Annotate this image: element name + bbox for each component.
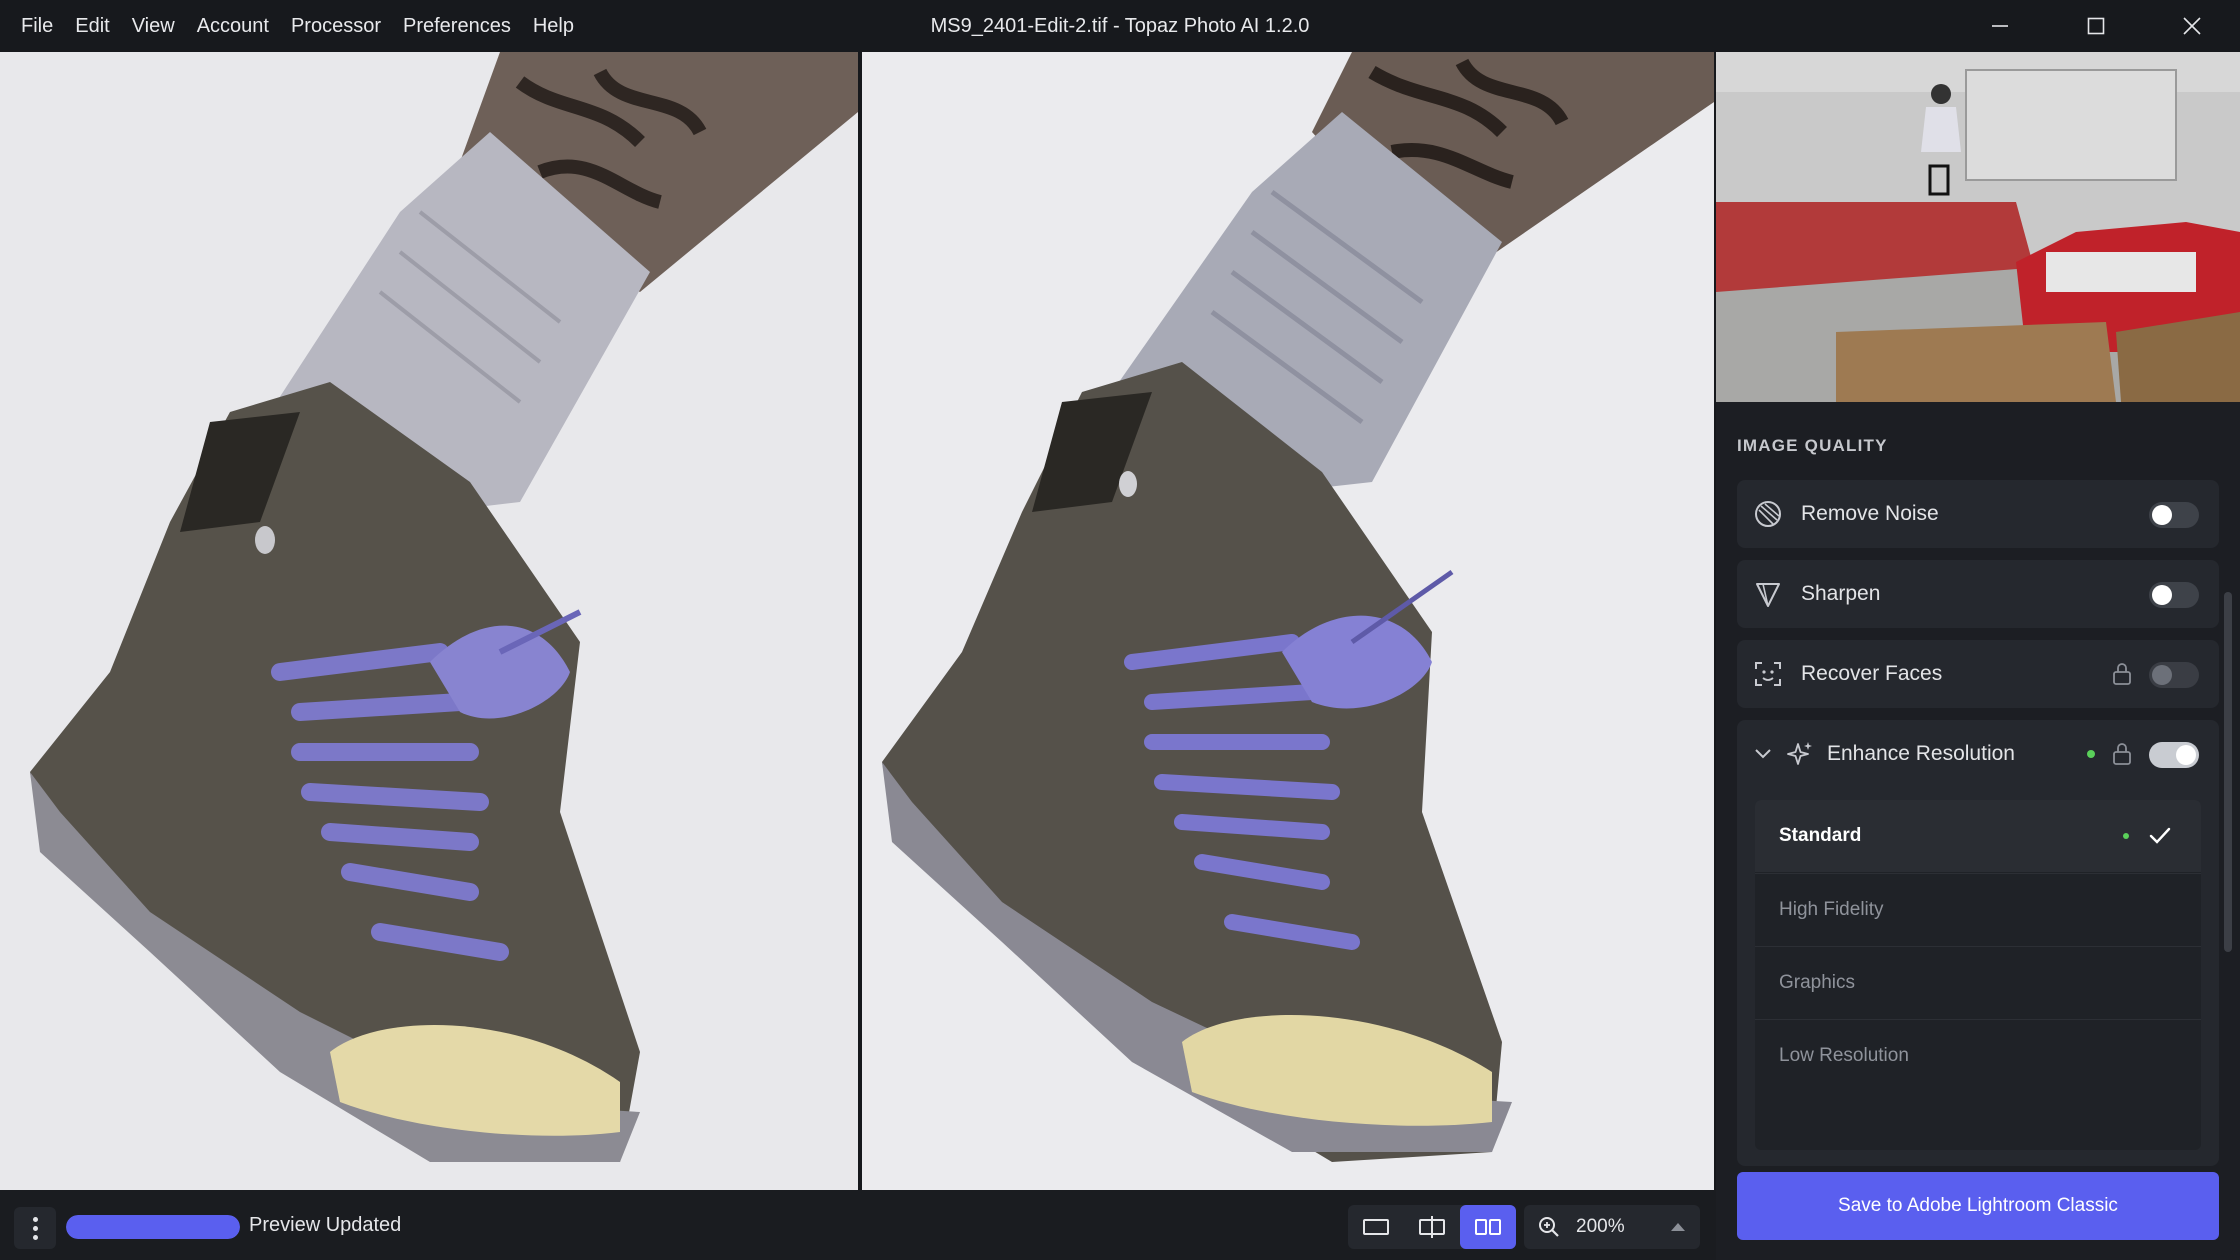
tool-remove-noise[interactable]: Remove Noise bbox=[1737, 480, 2219, 548]
tool-label-remove-noise: Remove Noise bbox=[1801, 502, 1939, 525]
minimize-icon bbox=[1992, 25, 2008, 27]
sharpen-icon bbox=[1756, 583, 1780, 607]
toggle-knob bbox=[2176, 745, 2196, 765]
model-option-standard[interactable]: Standard bbox=[1755, 800, 2201, 872]
close-icon bbox=[2183, 17, 2201, 35]
maximize-icon bbox=[2087, 17, 2105, 35]
tool-enhance-resolution: Enhance Resolution Standard High Fidelit… bbox=[1737, 720, 2219, 1166]
model-option-high-fidelity[interactable]: High Fidelity bbox=[1755, 873, 2201, 945]
model-label: High Fidelity bbox=[1779, 899, 1884, 920]
title-bar: File Edit View Account Processor Prefere… bbox=[0, 0, 2240, 52]
single-view-icon bbox=[1363, 1219, 1389, 1235]
toggle-knob bbox=[2152, 505, 2172, 525]
maximize-button[interactable] bbox=[2048, 0, 2144, 52]
toggle-knob bbox=[2152, 665, 2172, 685]
tool-sharpen[interactable]: Sharpen bbox=[1737, 560, 2219, 628]
status-text: Preview Updated bbox=[249, 1214, 402, 1236]
toggle-remove-noise[interactable] bbox=[2149, 502, 2199, 528]
preview-progress-bar bbox=[66, 1215, 240, 1239]
progress-fill bbox=[66, 1215, 240, 1239]
zoom-icon bbox=[1539, 1217, 1559, 1237]
menu-bar: File Edit View Account Processor Prefere… bbox=[0, 0, 585, 52]
face-scan-icon bbox=[1755, 662, 1781, 686]
model-option-graphics[interactable]: Graphics bbox=[1755, 946, 2201, 1018]
toggle-sharpen[interactable] bbox=[2149, 582, 2199, 608]
enhanced-photo bbox=[862, 52, 1714, 1190]
single-view-button[interactable] bbox=[1348, 1205, 1404, 1249]
zoom-control[interactable]: 200% bbox=[1524, 1205, 1700, 1249]
view-mode-group bbox=[1348, 1205, 1516, 1249]
kebab-dot bbox=[32, 1225, 38, 1231]
chevron-down-icon[interactable] bbox=[1753, 746, 1773, 762]
toggle-enhance-resolution[interactable] bbox=[2149, 742, 2199, 768]
noise-icon bbox=[1755, 501, 1781, 527]
checkmark-icon bbox=[2149, 827, 2171, 844]
split-view-button[interactable] bbox=[1404, 1205, 1460, 1249]
navigator-thumbnail[interactable] bbox=[1716, 52, 2240, 402]
toggle-knob bbox=[2152, 585, 2172, 605]
enhanced-preview-pane[interactable] bbox=[862, 52, 1714, 1190]
lock-icon bbox=[2113, 663, 2131, 685]
section-title-image-quality: IMAGE QUALITY bbox=[1737, 436, 1888, 455]
side-by-side-view-icon bbox=[1475, 1219, 1501, 1235]
menu-edit[interactable]: Edit bbox=[64, 0, 120, 52]
menu-view[interactable]: View bbox=[121, 0, 186, 52]
model-label: Graphics bbox=[1779, 972, 1856, 993]
window-controls bbox=[1952, 0, 2240, 52]
minimize-button[interactable] bbox=[1952, 0, 2048, 52]
navigator-photo bbox=[1716, 52, 2240, 402]
original-preview-pane[interactable] bbox=[0, 52, 858, 1190]
split-view-icon bbox=[1419, 1216, 1445, 1238]
kebab-dot bbox=[32, 1216, 38, 1222]
caret-up-icon[interactable] bbox=[1670, 1222, 1686, 1232]
menu-help[interactable]: Help bbox=[522, 0, 585, 52]
model-option-low-resolution[interactable]: Low Resolution bbox=[1755, 1019, 2201, 1091]
tool-label-recover-faces: Recover Faces bbox=[1801, 662, 1943, 685]
more-options-button[interactable] bbox=[14, 1207, 56, 1249]
kebab-dot bbox=[32, 1234, 38, 1240]
active-status-dot bbox=[2087, 750, 2095, 758]
model-label: Low Resolution bbox=[1779, 1045, 1909, 1066]
right-sidebar: IMAGE QUALITY Remove Noise Sharpen Recov… bbox=[1716, 52, 2240, 1260]
original-photo bbox=[0, 52, 858, 1190]
model-list: Standard High Fidelity Graphics Low Reso… bbox=[1755, 800, 2201, 1150]
sparkle-icon bbox=[1787, 742, 1812, 765]
menu-file[interactable]: File bbox=[10, 0, 64, 52]
model-label: Standard bbox=[1779, 825, 1862, 846]
tool-label-enhance-resolution[interactable]: Enhance Resolution bbox=[1827, 720, 2015, 788]
save-to-lightroom-button[interactable]: Save to Adobe Lightroom Classic bbox=[1737, 1172, 2219, 1240]
toggle-recover-faces[interactable] bbox=[2149, 662, 2199, 688]
sidebar-scrollbar[interactable] bbox=[2224, 592, 2232, 952]
tool-recover-faces[interactable]: Recover Faces bbox=[1737, 640, 2219, 708]
menu-processor[interactable]: Processor bbox=[280, 0, 392, 52]
side-by-side-view-button[interactable] bbox=[1460, 1205, 1516, 1249]
active-status-dot bbox=[2123, 833, 2129, 839]
bottom-bar: Preview Updated 200% bbox=[0, 1190, 1716, 1260]
zoom-level: 200% bbox=[1576, 1216, 1625, 1237]
lock-icon bbox=[2113, 743, 2131, 765]
tool-label-sharpen: Sharpen bbox=[1801, 582, 1881, 605]
menu-preferences[interactable]: Preferences bbox=[392, 0, 522, 52]
close-button[interactable] bbox=[2144, 0, 2240, 52]
menu-account[interactable]: Account bbox=[186, 0, 280, 52]
